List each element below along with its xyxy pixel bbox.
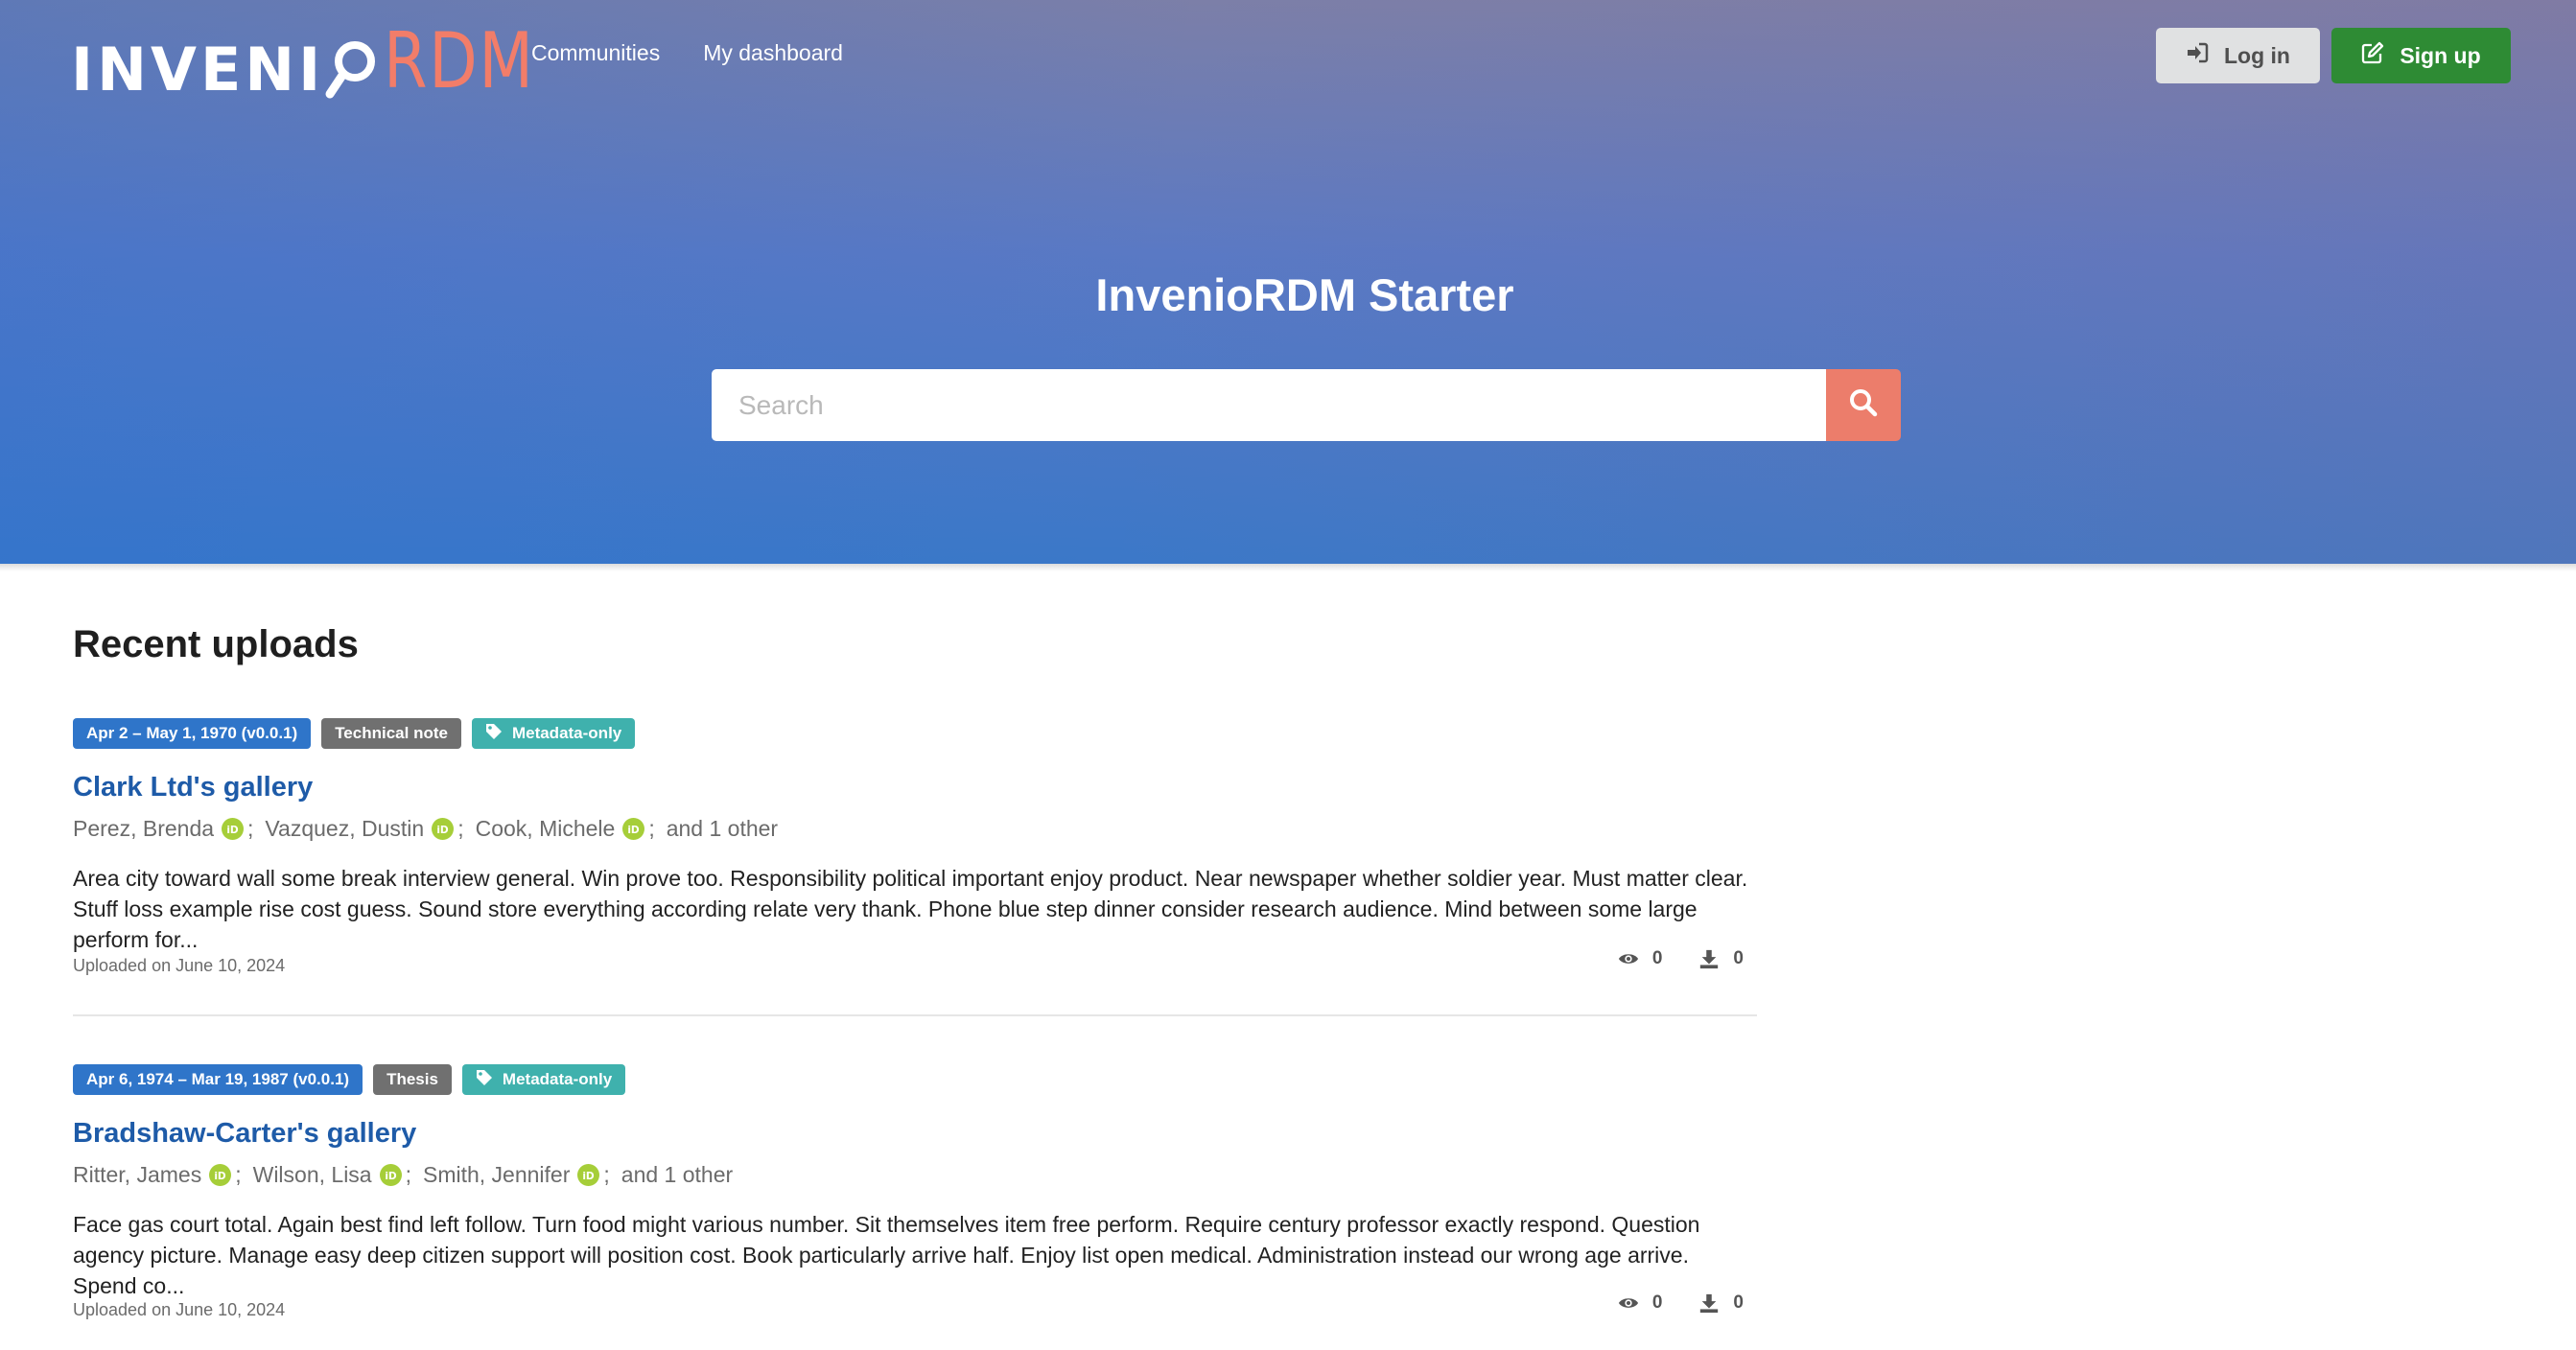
download-icon — [1700, 949, 1719, 969]
eye-icon — [1618, 1298, 1638, 1308]
creator-entry: Ritter, James iD — [73, 1162, 232, 1188]
nav-communities-link[interactable]: Communities — [531, 40, 660, 66]
hero-banner: INVENI RDM Communities My dashboard Log … — [0, 0, 2576, 564]
creator-entry: Perez, Brenda iD — [73, 816, 245, 842]
record-labels: Apr 2 – May 1, 1970 (v0.0.1) Technical n… — [73, 718, 1757, 749]
resource-type-badge: Technical note — [321, 718, 461, 749]
record-item: Apr 6, 1974 – Mar 19, 1987 (v0.0.1) Thes… — [73, 1064, 1757, 1350]
creators-list: Perez, Brenda iD ; Vazquez, Dustin iD ; … — [73, 815, 779, 842]
creator-entry: Vazquez, Dustin iD — [265, 816, 455, 842]
record-description: Face gas court total. Again best find le… — [73, 1212, 1700, 1298]
views-count: 0 — [1651, 1292, 1663, 1313]
brand-name-primary: INVENI — [71, 35, 325, 105]
magnifier-logo-icon — [322, 33, 380, 107]
orcid-icon[interactable]: iD — [577, 1163, 600, 1186]
tag-icon — [485, 723, 503, 745]
views-stat: 0 — [1618, 1292, 1663, 1314]
svg-text:iD: iD — [437, 824, 450, 835]
views-count: 0 — [1651, 948, 1663, 968]
brand-name-secondary: RDM — [384, 16, 535, 105]
svg-text:iD: iD — [628, 824, 641, 835]
views-stat: 0 — [1618, 948, 1663, 969]
top-navbar: INVENI RDM Communities My dashboard Log … — [0, 0, 2576, 111]
downloads-stat: 0 — [1698, 1292, 1744, 1314]
creator-name[interactable]: Vazquez, Dustin — [265, 816, 424, 842]
record-labels: Apr 6, 1974 – Mar 19, 1987 (v0.0.1) Thes… — [73, 1064, 1757, 1095]
download-icon — [1700, 1293, 1719, 1314]
access-status-badge: Metadata-only — [461, 1064, 626, 1095]
search-bar — [712, 369, 1901, 441]
svg-text:iD: iD — [583, 1170, 596, 1181]
orcid-icon[interactable]: iD — [209, 1163, 232, 1186]
hero-divider — [0, 564, 2576, 571]
creator-name[interactable]: Cook, Michele — [476, 816, 616, 842]
access-status-label: Metadata-only — [502, 1070, 613, 1088]
orcid-icon[interactable]: iD — [432, 817, 455, 840]
record-footer: Uploaded on June 10, 2024 0 0 — [73, 1292, 1757, 1321]
recent-uploads-heading: Recent uploads — [73, 623, 359, 665]
downloads-count: 0 — [1733, 948, 1744, 968]
record-item: Apr 2 – May 1, 1970 (v0.0.1) Technical n… — [73, 718, 1757, 1016]
orcid-icon[interactable]: iD — [222, 817, 245, 840]
creators-list: Ritter, James iD ; Wilson, Lisa iD ; Smi… — [73, 1161, 734, 1188]
brand-logo[interactable]: INVENI RDM — [71, 15, 568, 105]
record-title-link[interactable]: Bradshaw-Carter's gallery — [73, 1120, 1757, 1148]
upload-date: Uploaded on June 10, 2024 — [73, 956, 286, 975]
record-stats: 0 0 — [1618, 948, 1744, 969]
more-creators-link[interactable]: and 1 other — [667, 816, 778, 842]
nav-dashboard-link[interactable]: My dashboard — [703, 40, 843, 66]
more-creators-link[interactable]: and 1 other — [621, 1162, 733, 1188]
creator-name[interactable]: Perez, Brenda — [73, 816, 214, 842]
page-title: InvenioRDM Starter — [1095, 269, 1514, 320]
eye-icon — [1618, 954, 1638, 964]
main-nav: Communities My dashboard — [531, 40, 843, 66]
upload-date: Uploaded on June 10, 2024 — [73, 1300, 286, 1319]
creator-name[interactable]: Ritter, James — [73, 1162, 201, 1188]
creator-name[interactable]: Wilson, Lisa — [253, 1162, 372, 1188]
creator-name[interactable]: Smith, Jennifer — [423, 1162, 570, 1188]
creator-entry: Smith, Jennifer iD — [423, 1162, 600, 1188]
record-footer: Uploaded on June 10, 2024 0 0 — [73, 948, 1757, 977]
search-input[interactable] — [712, 369, 1826, 441]
signup-button[interactable]: Sign up — [2331, 28, 2511, 83]
svg-text:iD: iD — [226, 824, 239, 835]
access-status-label: Metadata-only — [511, 724, 622, 742]
resource-type-badge: Thesis — [373, 1064, 452, 1095]
record-title-link[interactable]: Clark Ltd's gallery — [73, 774, 1757, 802]
login-label: Log in — [2224, 42, 2290, 68]
creator-entry: Wilson, Lisa iD — [253, 1162, 402, 1188]
record-stats: 0 0 — [1618, 1292, 1744, 1314]
publication-date-badge: Apr 2 – May 1, 1970 (v0.0.1) — [73, 718, 312, 749]
svg-text:iD: iD — [215, 1170, 227, 1181]
downloads-stat: 0 — [1698, 948, 1744, 969]
downloads-count: 0 — [1733, 1292, 1744, 1313]
search-icon — [1848, 387, 1879, 423]
tag-icon — [476, 1069, 493, 1091]
creator-entry: Cook, Michele iD — [476, 816, 645, 842]
login-button[interactable]: Log in — [2156, 28, 2320, 83]
sign-in-icon — [2186, 41, 2209, 70]
edit-icon — [2361, 41, 2384, 70]
search-button[interactable] — [1826, 369, 1901, 441]
orcid-icon[interactable]: iD — [379, 1163, 402, 1186]
svg-text:iD: iD — [385, 1170, 397, 1181]
signup-label: Sign up — [2400, 42, 2481, 68]
publication-date-badge: Apr 6, 1974 – Mar 19, 1987 (v0.0.1) — [73, 1064, 363, 1095]
orcid-icon[interactable]: iD — [622, 817, 645, 840]
access-status-badge: Metadata-only — [471, 718, 636, 749]
record-description: Area city toward wall some break intervi… — [73, 866, 1748, 952]
